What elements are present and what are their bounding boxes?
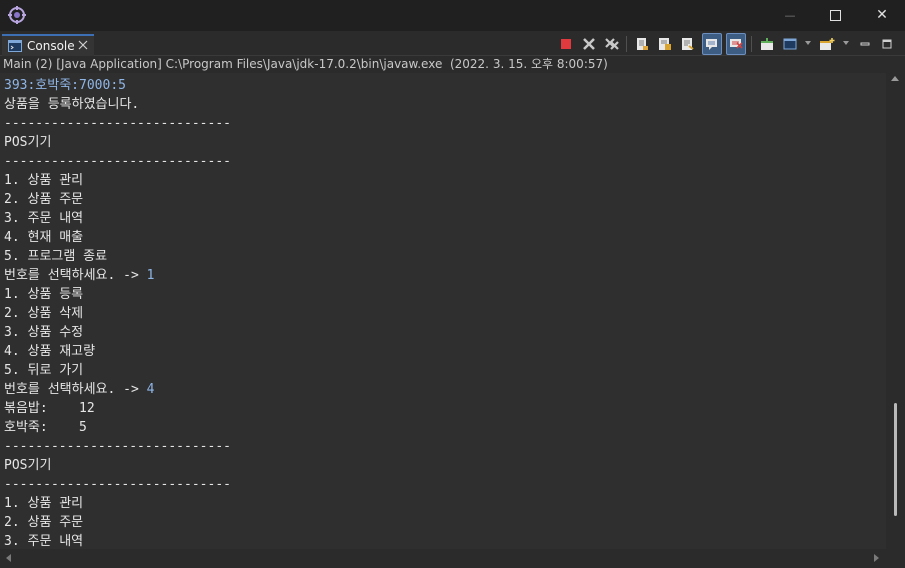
console-line: 1. 상품 등록 — [4, 287, 84, 302]
display-console-icon — [783, 38, 797, 50]
console-user-input: 4 — [146, 382, 155, 397]
display-console-dropdown-icon[interactable] — [805, 41, 811, 45]
console-line: 2. 상품 주문 — [4, 515, 84, 530]
close-icon: ✕ — [876, 7, 888, 23]
console-line: 1. 상품 관리 — [4, 173, 84, 188]
console-prompt-line: 번호를 선택하세요. -> 1 — [4, 266, 154, 285]
console-output[interactable]: 393:호박죽:7000:5 상품을 등록하였습니다. ------------… — [0, 73, 886, 549]
console-prompt-line: 번호를 선택하세요. -> 4 — [4, 380, 154, 399]
minimize-view-button[interactable] — [855, 33, 875, 55]
pin-console-icon — [761, 38, 773, 50]
console-line: 볶음밥: 12 — [4, 401, 95, 416]
clear-console-button[interactable] — [632, 33, 652, 55]
console-line: 1. 상품 관리 — [4, 496, 84, 511]
horizontal-scrollbar[interactable] — [0, 549, 886, 568]
console-line: ----------------------------- — [4, 439, 231, 454]
maximize-view-button[interactable] — [877, 33, 897, 55]
display-selected-console-button[interactable] — [780, 33, 800, 55]
console-line: POS기기 — [4, 135, 52, 150]
terminate-button[interactable] — [556, 33, 576, 55]
remove-launch-button[interactable] — [579, 33, 599, 55]
open-console-dropdown-icon[interactable] — [843, 41, 849, 45]
console-line: 5. 프로그램 종료 — [4, 249, 108, 264]
minimize-view-icon — [860, 42, 870, 46]
maximize-button[interactable] — [813, 0, 859, 31]
console-line: 2. 상품 삭제 — [4, 306, 84, 321]
scroll-lock-icon — [659, 38, 671, 50]
console-user-input: 1 — [146, 268, 155, 283]
console-prompt: 번호를 선택하세요. -> — [4, 382, 147, 397]
open-console-button[interactable] — [817, 33, 837, 55]
console-line: 3. 상품 수정 — [4, 325, 84, 340]
close-button[interactable]: ✕ — [859, 0, 905, 31]
word-wrap-button[interactable] — [678, 33, 698, 55]
scroll-lock-button[interactable] — [655, 33, 675, 55]
scroll-left-icon[interactable] — [6, 554, 11, 562]
console-line: ----------------------------- — [4, 477, 231, 492]
terminate-icon — [561, 39, 571, 49]
maximize-view-icon — [882, 39, 892, 49]
maximize-icon — [830, 10, 841, 21]
scroll-right-icon[interactable] — [874, 554, 879, 562]
clear-console-icon — [637, 38, 648, 50]
console-line: 2. 상품 주문 — [4, 192, 84, 207]
remove-all-terminated-button[interactable] — [602, 33, 622, 55]
pin-console-button[interactable] — [757, 33, 777, 55]
word-wrap-icon — [682, 38, 694, 50]
console-line: POS기기 — [4, 458, 52, 473]
window-titlebar: — ✕ — [0, 0, 905, 31]
minimize-button[interactable]: — — [767, 0, 813, 31]
show-stderr-icon — [730, 39, 743, 49]
console-line: ----------------------------- — [4, 154, 231, 169]
console-icon — [8, 40, 22, 52]
vertical-scroll-thumb[interactable] — [894, 403, 897, 516]
console-line: ----------------------------- — [4, 116, 231, 131]
console-line: 4. 현재 매출 — [4, 230, 84, 245]
eclipse-app-icon — [8, 6, 26, 24]
tab-close-icon[interactable] — [78, 40, 88, 50]
console-line: 상품을 등록하였습니다. — [4, 97, 140, 112]
tab-console[interactable]: Console — [2, 34, 94, 56]
tab-console-label: Console — [27, 39, 75, 53]
remove-icon — [583, 38, 595, 50]
console-line: 4. 상품 재고량 — [4, 344, 96, 359]
scrollbar-corner — [886, 549, 905, 568]
console-line: 5. 뒤로 가기 — [4, 363, 84, 378]
toolbar-separator — [751, 36, 752, 52]
console-line: 3. 주문 내역 — [4, 534, 84, 549]
console-line: 호박죽: 5 — [4, 420, 87, 435]
toolbar-separator — [626, 36, 627, 52]
launch-info: Main (2) [Java Application] C:\Program F… — [0, 56, 905, 73]
console-toolbar — [556, 33, 905, 55]
remove-all-icon — [605, 38, 619, 50]
vertical-scrollbar[interactable] — [886, 73, 905, 549]
show-on-stderr-button[interactable] — [726, 33, 746, 55]
scroll-up-icon[interactable] — [891, 76, 899, 81]
console-prompt: 번호를 선택하세요. -> — [4, 268, 147, 283]
console-view-bar: Console — [0, 31, 905, 56]
show-stdout-icon — [706, 39, 717, 50]
console-line: 3. 주문 내역 — [4, 211, 84, 226]
open-console-icon — [820, 38, 835, 50]
show-on-stdout-button[interactable] — [702, 33, 722, 55]
console-line: 393:호박죽:7000:5 — [4, 78, 126, 93]
minimize-icon: — — [784, 9, 796, 22]
